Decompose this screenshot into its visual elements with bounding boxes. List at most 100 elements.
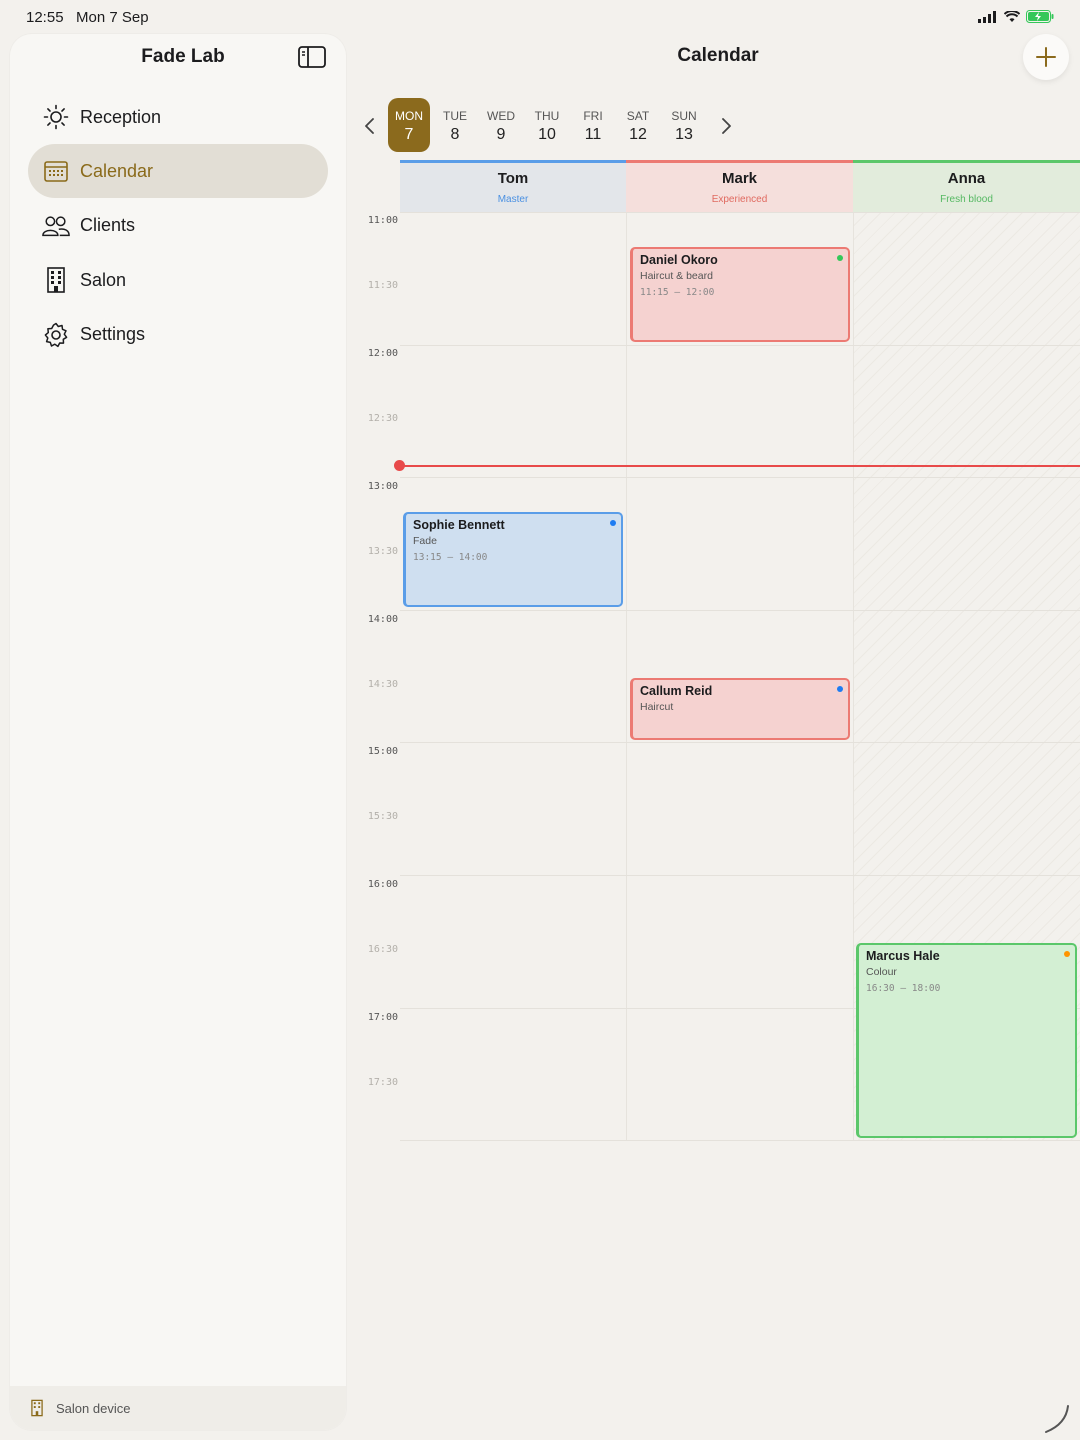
appointment-client: Callum Reid xyxy=(640,684,713,698)
chevron-left-icon[interactable] xyxy=(360,116,380,136)
day-wed[interactable]: WED 9 xyxy=(480,98,522,152)
appointment-service: Fade xyxy=(413,535,437,547)
status-dot xyxy=(837,686,843,692)
resize-handle-icon xyxy=(1045,1405,1069,1433)
day-of-week: FRI xyxy=(583,109,603,123)
sidebar-item-settings[interactable]: Settings xyxy=(28,308,328,362)
time-label: 15:00 xyxy=(367,746,398,757)
hour-line xyxy=(400,1140,1080,1141)
time-label: 17:30 xyxy=(367,1077,398,1088)
day-tue[interactable]: TUE 8 xyxy=(434,98,476,152)
appointment-time: 13:15 – 14:00 xyxy=(413,552,488,563)
gear-icon xyxy=(42,321,70,349)
day-of-week: SUN xyxy=(671,109,697,123)
hour-line xyxy=(400,742,1080,743)
day-number: 12 xyxy=(629,126,647,143)
time-label: 13:30 xyxy=(367,546,398,557)
status-dot xyxy=(610,520,616,526)
calendar-icon xyxy=(42,157,70,185)
hour-line xyxy=(400,875,1080,876)
time-label: 14:30 xyxy=(367,679,398,690)
hour-line xyxy=(400,212,1080,213)
day-thu[interactable]: THU 10 xyxy=(526,98,568,152)
hour-line xyxy=(400,610,1080,611)
sidebar-item-label: Salon xyxy=(80,269,127,290)
hour-line xyxy=(400,345,1080,346)
appointment-card[interactable]: Sophie Bennett Fade 13:15 – 14:00 xyxy=(403,512,623,607)
day-number: 7 xyxy=(404,126,414,143)
time-label: 12:00 xyxy=(367,348,398,359)
status-icons xyxy=(978,10,1054,23)
current-time-line xyxy=(400,465,1080,467)
time-label: 16:30 xyxy=(367,944,398,955)
wifi-icon xyxy=(1004,10,1020,22)
time-label: 11:00 xyxy=(367,215,398,226)
status-bar: 12:55 Mon 7 Sep xyxy=(0,0,1080,34)
calendar-grid: Tom Master Mark Experienced Anna Fresh b… xyxy=(346,160,1080,1145)
appointment-time: 11:15 – 12:00 xyxy=(640,287,715,298)
building-icon xyxy=(28,1399,46,1417)
day-mon[interactable]: MON 7 xyxy=(388,98,430,152)
appointment-time: 16:30 – 18:00 xyxy=(866,983,941,994)
staff-role: Experienced xyxy=(711,194,768,205)
appointment-client: Daniel Okoro xyxy=(640,253,718,267)
sidebar: Fade Lab Reception Calendar Clients Salo… xyxy=(10,34,346,1430)
day-of-week: SAT xyxy=(626,109,650,123)
sidebar-item-salon[interactable]: Salon xyxy=(28,253,328,307)
status-dot xyxy=(1064,951,1070,957)
staff-header-tom[interactable]: Tom Master xyxy=(400,160,626,212)
building-icon xyxy=(42,266,70,294)
day-number: 9 xyxy=(496,126,506,143)
day-number: 11 xyxy=(584,126,602,143)
sidebar-item-clients[interactable]: Clients xyxy=(28,199,328,253)
day-sun[interactable]: SUN 13 xyxy=(663,98,705,152)
staff-column-mark[interactable] xyxy=(626,212,853,1140)
sidebar-item-label: Reception xyxy=(80,106,162,127)
appointment-card[interactable]: Marcus Hale Colour 16:30 – 18:00 xyxy=(856,943,1077,1138)
week-strip: MON 7 TUE 8 WED 9 THU 10 FRI 11 SAT 12 SUN 13 xyxy=(346,98,746,154)
current-time-dot xyxy=(394,460,405,471)
staff-column-tom[interactable] xyxy=(400,212,626,1140)
status-date: Mon 7 Sep xyxy=(76,9,149,26)
hour-line xyxy=(400,477,1080,478)
page-title: Calendar xyxy=(677,45,759,66)
battery-icon xyxy=(1026,10,1054,23)
day-of-week: MON xyxy=(395,109,423,123)
staff-role: Fresh blood xyxy=(940,194,993,205)
appointment-service: Colour xyxy=(866,966,897,978)
day-of-week: THU xyxy=(534,109,560,123)
sidebar-item-label: Settings xyxy=(80,324,146,345)
sidebar-item-reception[interactable]: Reception xyxy=(28,90,328,144)
sidebar-toggle-icon[interactable] xyxy=(298,46,326,68)
appointment-card[interactable]: Callum Reid Haircut xyxy=(630,678,850,740)
appointment-service: Haircut xyxy=(640,701,674,713)
sun-icon xyxy=(42,103,70,131)
day-sat[interactable]: SAT 12 xyxy=(617,98,659,152)
staff-name: Tom xyxy=(497,170,529,187)
staff-role: Master xyxy=(497,194,529,205)
staff-name: Mark xyxy=(721,170,758,187)
sidebar-nav: Reception Calendar Clients Salon Setting… xyxy=(28,90,328,362)
day-fri[interactable]: FRI 11 xyxy=(572,98,614,152)
staff-header-anna[interactable]: Anna Fresh blood xyxy=(853,160,1080,212)
chevron-right-icon[interactable] xyxy=(716,116,736,136)
sidebar-item-label: Calendar xyxy=(80,160,154,181)
staff-name: Anna xyxy=(947,170,986,187)
time-label: 14:00 xyxy=(367,614,398,625)
sidebar-item-calendar[interactable]: Calendar xyxy=(28,144,328,199)
appointment-card[interactable]: Daniel Okoro Haircut & beard 11:15 – 12:… xyxy=(630,247,850,342)
status-time: 12:55 xyxy=(26,9,64,26)
sidebar-item-label: Clients xyxy=(80,215,136,236)
time-label: 15:30 xyxy=(367,811,398,822)
time-label: 17:00 xyxy=(367,1012,398,1023)
staff-header-mark[interactable]: Mark Experienced xyxy=(626,160,853,212)
day-number: 13 xyxy=(675,126,693,143)
sidebar-footer: Salon device xyxy=(10,1386,346,1430)
day-of-week: WED xyxy=(487,109,515,123)
day-of-week: TUE xyxy=(443,109,467,123)
time-label: 13:00 xyxy=(367,481,398,492)
add-appointment-button[interactable] xyxy=(1023,34,1069,80)
day-number: 8 xyxy=(450,126,460,143)
cellular-icon xyxy=(978,10,996,23)
time-label: 16:00 xyxy=(367,879,398,890)
